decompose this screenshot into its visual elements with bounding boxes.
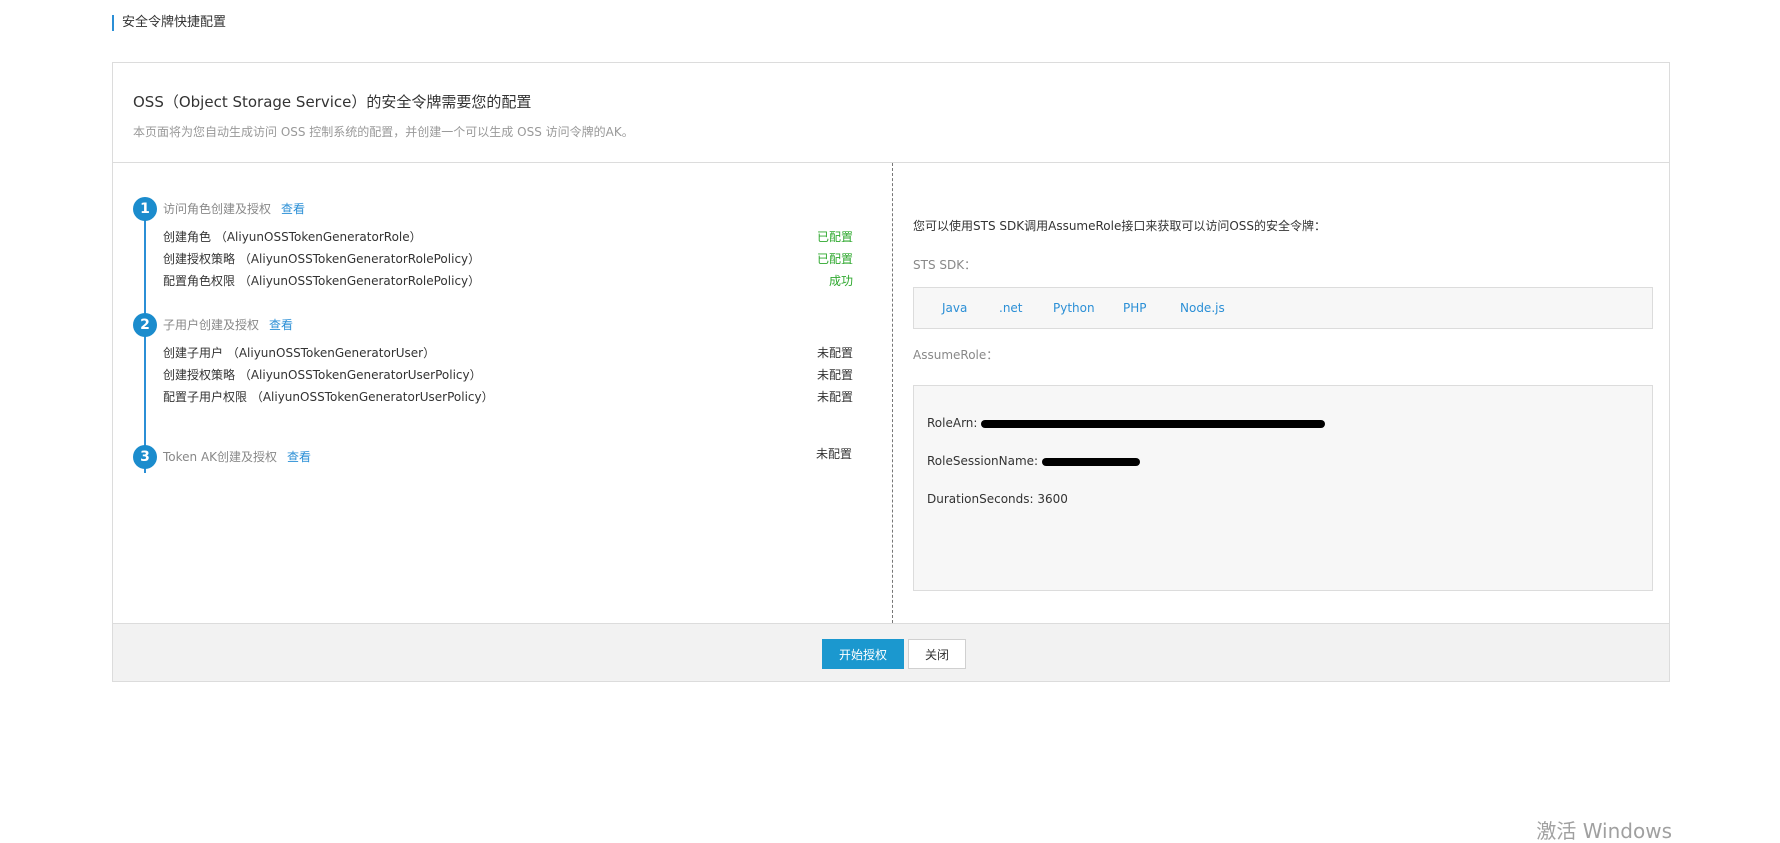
- sdk-link-python[interactable]: Python: [1053, 301, 1095, 315]
- role-session-label: RoleSessionName:: [927, 454, 1039, 468]
- redacted-value: [981, 420, 1326, 428]
- step-3-title-text: Token AK创建及授权: [163, 450, 278, 464]
- step-1-title: 访问角色创建及授权 查看: [163, 197, 305, 221]
- step-item-create-role-policy: 创建授权策略 （AliyunOSSTokenGeneratorRolePolic…: [163, 250, 853, 268]
- step-item-label: 创建授权策略 （AliyunOSSTokenGeneratorUserPolic…: [163, 368, 482, 382]
- close-button[interactable]: 关闭: [908, 639, 966, 669]
- sdk-link-nodejs[interactable]: Node.js: [1180, 301, 1225, 315]
- activation-watermark: 激活 Windows: [1536, 819, 1672, 843]
- step-item-role-permission: 配置角色权限 （AliyunOSSTokenGeneratorRolePolic…: [163, 272, 853, 290]
- step-2-view-link[interactable]: 查看: [269, 318, 293, 332]
- status-badge: 未配置: [816, 390, 853, 404]
- step-item-create-role: 创建角色 （AliyunOSSTokenGeneratorRole） 已配置: [163, 228, 853, 246]
- step-item-label: 创建子用户 （AliyunOSSTokenGeneratorUser）: [163, 346, 436, 360]
- step-item-create-user-policy: 创建授权策略 （AliyunOSSTokenGeneratorUserPolic…: [163, 366, 853, 384]
- status-badge: 已配置: [816, 252, 853, 266]
- step-3-title: Token AK创建及授权 查看: [163, 445, 311, 469]
- step-item-label: 配置子用户权限 （AliyunOSSTokenGeneratorUserPoli…: [163, 390, 494, 404]
- step-1-badge: 1: [133, 197, 157, 221]
- card-footer: 开始授权 关闭: [113, 623, 1669, 681]
- step-1-title-text: 访问角色创建及授权: [163, 202, 272, 216]
- role-arn-line: RoleArn:: [927, 416, 1326, 430]
- status-badge: 未配置: [816, 346, 853, 360]
- step-item-user-permission: 配置子用户权限 （AliyunOSSTokenGeneratorUserPoli…: [163, 388, 853, 406]
- step-3-badge: 3: [133, 445, 157, 469]
- card-subtitle: 本页面将为您自动生成访问 OSS 控制系统的配置，并创建一个可以生成 OSS 访…: [133, 125, 634, 139]
- sdk-label: STS SDK：: [913, 258, 977, 272]
- step-1-view-link[interactable]: 查看: [281, 202, 305, 216]
- assume-role-box: RoleArn: RoleSessionName: DurationSecond…: [913, 385, 1653, 591]
- redacted-value: [1042, 458, 1141, 466]
- status-badge: 未配置: [815, 447, 852, 461]
- step-item-label: 创建角色 （AliyunOSSTokenGeneratorRole）: [163, 230, 422, 244]
- sdk-link-php[interactable]: PHP: [1123, 301, 1147, 315]
- sdk-intro: 您可以使用STS SDK调用AssumeRole接口来获取可以访问OSS的安全令…: [913, 219, 1327, 233]
- step-2-badge: 2: [133, 313, 157, 337]
- start-authorize-button[interactable]: 开始授权: [822, 639, 904, 669]
- role-arn-label: RoleArn:: [927, 416, 978, 430]
- step-connector-line: [144, 219, 146, 473]
- status-badge: 未配置: [816, 368, 853, 382]
- step-2-title-text: 子用户创建及授权: [163, 318, 260, 332]
- config-card: OSS（Object Storage Service）的安全令牌需要您的配置 本…: [112, 62, 1670, 682]
- sdk-links-box: Java .net Python PHP Node.js: [913, 287, 1653, 329]
- steps-pane: 1 访问角色创建及授权 查看 创建角色 （AliyunOSSTokenGenera…: [113, 163, 893, 623]
- role-session-line: RoleSessionName:: [927, 454, 1141, 468]
- step-item-label: 创建授权策略 （AliyunOSSTokenGeneratorRolePolic…: [163, 252, 481, 266]
- status-badge: 已配置: [816, 230, 853, 244]
- sdk-link-java[interactable]: Java: [942, 301, 967, 315]
- sdk-pane: 您可以使用STS SDK调用AssumeRole接口来获取可以访问OSS的安全令…: [893, 163, 1669, 623]
- assume-role-label: AssumeRole：: [913, 348, 999, 362]
- page-title: 安全令牌快捷配置: [112, 15, 226, 31]
- card-header: OSS（Object Storage Service）的安全令牌需要您的配置 本…: [113, 63, 1669, 163]
- step-2-title: 子用户创建及授权 查看: [163, 313, 293, 337]
- step-3-view-link[interactable]: 查看: [287, 450, 311, 464]
- step-item-create-subuser: 创建子用户 （AliyunOSSTokenGeneratorUser） 未配置: [163, 344, 853, 362]
- card-title: OSS（Object Storage Service）的安全令牌需要您的配置: [133, 93, 532, 111]
- status-badge: 成功: [828, 274, 853, 288]
- duration-line: DurationSeconds: 3600: [927, 492, 1068, 506]
- sdk-link-dotnet[interactable]: .net: [999, 301, 1023, 315]
- step-item-label: 配置角色权限 （AliyunOSSTokenGeneratorRolePolic…: [163, 274, 481, 288]
